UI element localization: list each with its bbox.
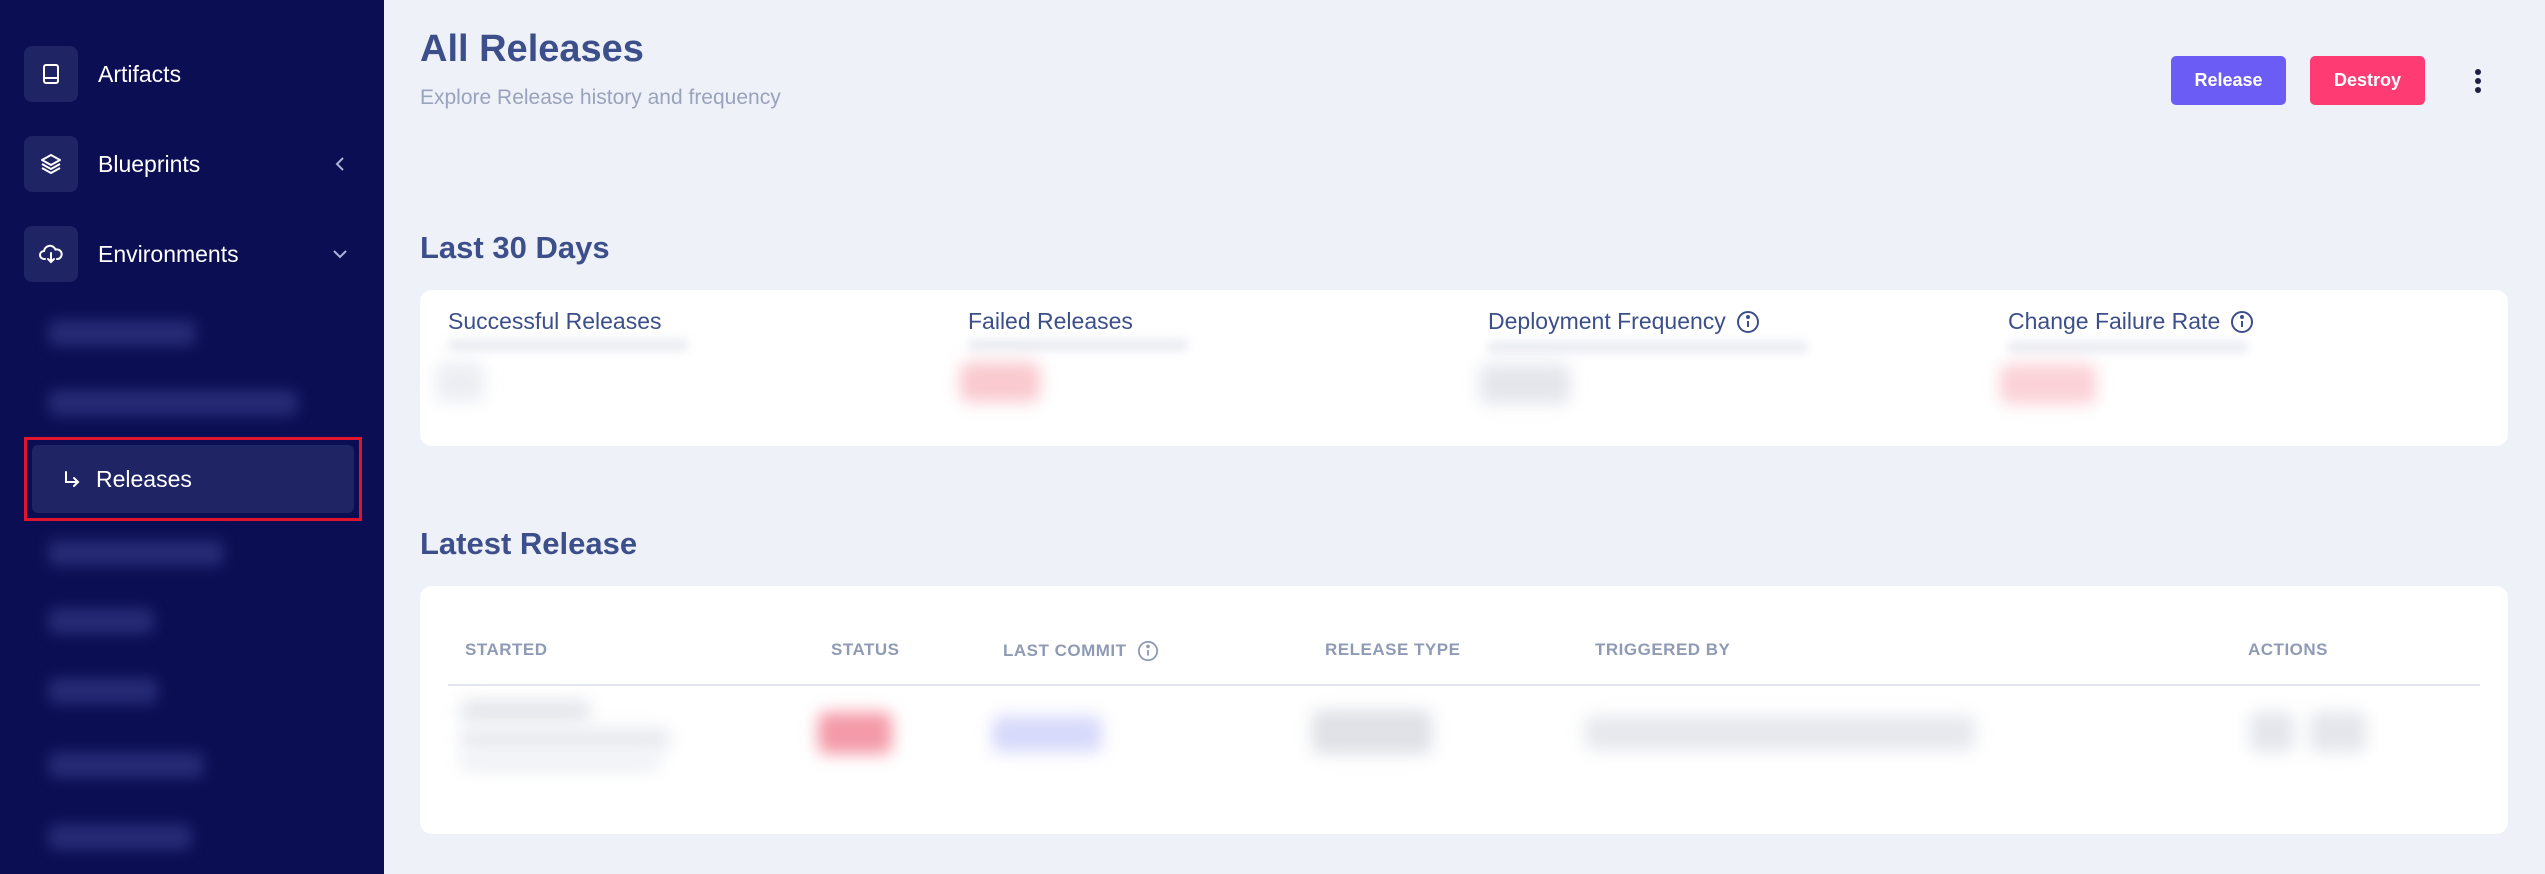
chevron-left-icon[interactable] bbox=[330, 154, 350, 174]
sidebar-subitem-redacted[interactable] bbox=[48, 540, 224, 566]
sidebar-subitem-redacted[interactable] bbox=[48, 752, 204, 778]
table-divider bbox=[448, 684, 2480, 686]
stat-label-change-failure-rate: Change Failure Rate bbox=[2008, 308, 2254, 335]
stat-label-failed-releases: Failed Releases bbox=[968, 308, 1133, 334]
book-icon bbox=[24, 46, 78, 102]
cell-release-type-redacted bbox=[1312, 710, 1432, 754]
cell-started-redacted bbox=[460, 700, 590, 722]
sidebar-item-label: Environments bbox=[98, 240, 239, 267]
action-button[interactable] bbox=[2250, 712, 2294, 752]
stats-card: Successful Releases Failed Releases Depl… bbox=[420, 290, 2508, 446]
layers-icon bbox=[24, 136, 78, 192]
sidebar-item-releases[interactable]: Releases bbox=[24, 437, 362, 521]
stat-label-successful-releases: Successful Releases bbox=[448, 308, 662, 334]
column-header-started: STARTED bbox=[465, 640, 548, 659]
stat-value-redacted bbox=[436, 362, 484, 402]
sidebar-subitem-redacted[interactable] bbox=[48, 320, 196, 346]
sidebar-subitem-redacted[interactable] bbox=[48, 390, 298, 416]
chevron-down-icon[interactable] bbox=[330, 244, 350, 264]
release-button[interactable]: Release bbox=[2171, 56, 2286, 105]
more-options-icon[interactable] bbox=[2466, 62, 2490, 100]
sidebar-item-blueprints[interactable]: Blueprints bbox=[24, 136, 374, 192]
info-icon[interactable] bbox=[2230, 310, 2254, 334]
last-commit-link[interactable] bbox=[992, 716, 1102, 752]
return-arrow-icon bbox=[65, 471, 80, 487]
sidebar-item-label: Releases bbox=[96, 465, 192, 492]
column-header-last-commit: LAST COMMIT bbox=[1003, 640, 1159, 662]
destroy-button[interactable]: Destroy bbox=[2310, 56, 2425, 105]
latest-release-card bbox=[420, 586, 2508, 834]
section-title-latest-release: Latest Release bbox=[420, 526, 638, 561]
stat-value-redacted bbox=[960, 362, 1040, 402]
column-header-release-type: RELEASE TYPE bbox=[1325, 640, 1461, 659]
action-button[interactable] bbox=[2310, 712, 2366, 752]
sidebar-item-label: Artifacts bbox=[98, 60, 182, 87]
page-title: All Releases bbox=[420, 28, 644, 70]
column-header-actions: ACTIONS bbox=[2248, 640, 2328, 659]
stat-value-redacted bbox=[2000, 364, 2096, 404]
sidebar-item-artifacts[interactable]: Artifacts bbox=[24, 46, 374, 102]
cell-started-redacted bbox=[460, 754, 660, 770]
info-icon[interactable] bbox=[1137, 640, 1159, 662]
info-icon[interactable] bbox=[1736, 310, 1760, 334]
cell-started-redacted bbox=[460, 728, 670, 750]
status-badge bbox=[818, 712, 892, 754]
cloud-download-icon bbox=[24, 226, 78, 282]
section-title-last-30-days: Last 30 Days bbox=[420, 230, 610, 265]
sidebar-item-environments[interactable]: Environments bbox=[24, 226, 374, 282]
sidebar: Artifacts Blueprints Environments Releas… bbox=[0, 0, 384, 874]
page-subtitle: Explore Release history and frequency bbox=[420, 86, 781, 109]
stat-label-deployment-frequency: Deployment Frequency bbox=[1488, 308, 1760, 335]
column-header-triggered-by: TRIGGERED BY bbox=[1595, 640, 1731, 659]
sidebar-item-label: Blueprints bbox=[98, 150, 201, 177]
cell-triggered-by-redacted bbox=[1585, 716, 1975, 750]
stat-value-redacted bbox=[1480, 364, 1570, 404]
sidebar-subitem-redacted[interactable] bbox=[48, 608, 154, 634]
sidebar-subitem-redacted[interactable] bbox=[48, 824, 192, 850]
column-header-status: STATUS bbox=[831, 640, 900, 659]
sidebar-subitem-redacted[interactable] bbox=[48, 678, 158, 704]
